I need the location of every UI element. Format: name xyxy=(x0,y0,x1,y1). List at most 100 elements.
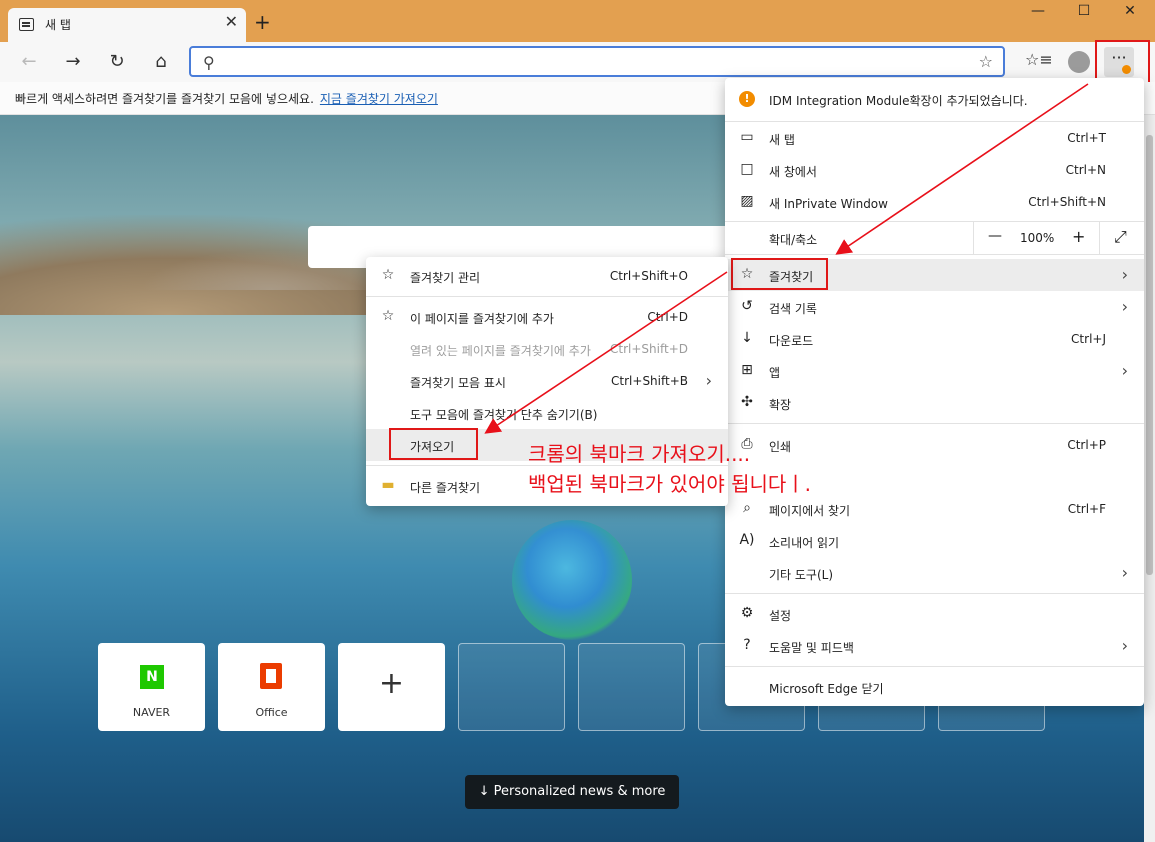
find-icon: ⌕ xyxy=(743,500,751,516)
add-quick-link-button[interactable]: + xyxy=(338,643,445,731)
close-window-button[interactable]: ✕ xyxy=(1110,3,1150,25)
menu-item-extensions[interactable]: ✣ 확장 xyxy=(725,387,1144,419)
forward-button[interactable]: → xyxy=(61,50,85,74)
minimize-button[interactable]: — xyxy=(1018,3,1058,25)
menu-item-label: 열려 있는 페이지를 즐겨찾기에 추가 xyxy=(410,344,591,358)
tab-title: 새 탭 xyxy=(45,18,71,32)
download-icon: ↓ xyxy=(741,330,753,346)
new-tab-icon xyxy=(19,18,34,31)
menu-item-shortcut: Ctrl+N xyxy=(1065,163,1106,177)
window-icon: □ xyxy=(740,161,754,177)
history-icon: ↺ xyxy=(741,298,753,314)
new-tab-button[interactable]: + xyxy=(254,12,271,32)
menu-item-shortcut: Ctrl+Shift+O xyxy=(609,269,688,283)
menu-item-shortcut: Ctrl+D xyxy=(647,310,688,324)
chevron-right-icon: › xyxy=(1121,297,1128,316)
menu-item-shortcut: Ctrl+Shift+D xyxy=(610,342,688,356)
notification-text: IDM Integration Module확장이 추가되었습니다. xyxy=(769,94,1028,108)
menu-item-label: 페이지에서 찾기 xyxy=(769,504,851,518)
apps-icon: ⊞ xyxy=(741,362,753,378)
menu-item-apps[interactable]: ⊞ 앱 › xyxy=(725,355,1144,387)
help-icon: ? xyxy=(743,637,751,653)
annotation-line-2: 백업된 북마크가 있어야 됩니다ㅣ. xyxy=(528,472,812,496)
fav-item-show-bar[interactable]: 즐겨찾기 모음 표시 Ctrl+Shift+B › xyxy=(366,365,728,397)
menu-item-settings[interactable]: ⚙ 설정 xyxy=(725,598,1144,630)
tile-label: Office xyxy=(255,706,288,719)
menu-separator xyxy=(725,593,1144,594)
menu-item-label: 새 창에서 xyxy=(769,165,817,179)
menu-item-label: 다른 즐겨찾기 xyxy=(410,481,481,495)
menu-item-label: 새 탭 xyxy=(769,133,795,147)
menu-item-new-tab[interactable]: ▭ 새 탭 Ctrl+T xyxy=(725,122,1144,154)
chevron-right-icon: › xyxy=(1121,361,1128,380)
menu-item-label: 도구 모음에 즐겨찾기 단추 숨기기(B) xyxy=(410,408,598,422)
home-button[interactable]: ⌂ xyxy=(149,50,173,74)
zoom-in-button[interactable]: + xyxy=(1072,227,1085,246)
menu-item-label: Microsoft Edge 닫기 xyxy=(769,682,884,696)
zoom-label: 확대/축소 xyxy=(769,233,818,247)
menu-item-label: 앱 xyxy=(769,366,781,380)
menu-item-help[interactable]: ? 도움말 및 피드백 › xyxy=(725,630,1144,662)
fullscreen-icon[interactable]: ⤢ xyxy=(1114,227,1127,247)
folder-icon: ▬ xyxy=(381,477,395,493)
quick-link-naver[interactable]: N NAVER xyxy=(98,643,205,731)
menu-separator xyxy=(725,423,1144,424)
tab-new-tab[interactable]: 새 탭 ✕ xyxy=(8,8,246,42)
menu-item-label: 검색 기록 xyxy=(769,302,817,316)
fav-item-hide-button[interactable]: 도구 모음에 즐겨찾기 단추 숨기기(B) xyxy=(366,397,728,429)
extensions-icon: ✣ xyxy=(741,394,753,410)
back-button[interactable]: ← xyxy=(17,50,41,74)
menu-item-more-tools[interactable]: 기타 도구(L) › xyxy=(725,557,1144,589)
menu-item-close-edge[interactable]: Microsoft Edge 닫기 xyxy=(725,671,1144,703)
menu-item-read-aloud[interactable]: A) 소리내어 읽기 xyxy=(725,525,1144,557)
menu-item-label: 설정 xyxy=(769,609,792,623)
highlight-import xyxy=(389,428,478,460)
empty-tile xyxy=(458,643,565,731)
annotation-line-1: 크롬의 북마크 가져오기.... xyxy=(528,442,751,466)
add-favorite-star-icon[interactable]: ☆ xyxy=(979,52,993,71)
menu-separator xyxy=(725,666,1144,667)
plus-icon: + xyxy=(378,666,405,701)
favorites-bar-text: 빠르게 액세스하려면 즐겨찾기를 즐겨찾기 모음에 넣으세요. xyxy=(15,92,314,106)
search-icon: ⚲ xyxy=(203,53,215,72)
menu-item-new-window[interactable]: □ 새 창에서 Ctrl+N xyxy=(725,154,1144,186)
settings-menu: ! IDM Integration Module확장이 추가되었습니다. ▭ 새… xyxy=(725,78,1144,706)
naver-logo-icon: N xyxy=(140,665,164,689)
menu-item-zoom: 확대/축소 — 100% + ⤢ xyxy=(725,222,1144,254)
refresh-button[interactable]: ↻ xyxy=(105,50,129,74)
menu-item-label: 즐겨찾기 관리 xyxy=(410,271,481,285)
quick-link-office[interactable]: Office xyxy=(218,643,325,731)
page-scrollbar[interactable] xyxy=(1144,115,1155,842)
star-icon: ☆ xyxy=(381,308,395,324)
favorites-icon[interactable]: ☆≡ xyxy=(1025,50,1053,69)
menu-item-shortcut: Ctrl+J xyxy=(1071,332,1106,346)
zoom-controls: — 100% + xyxy=(973,222,1099,254)
menu-item-label: 이 페이지를 즐겨찾기에 추가 xyxy=(410,312,554,326)
menu-item-label: 즐겨찾기 모음 표시 xyxy=(410,376,506,390)
highlight-favorites xyxy=(731,258,828,290)
fav-item-manage[interactable]: ☆ 즐겨찾기 관리 Ctrl+Shift+O xyxy=(366,260,728,292)
new-tab-icon: ▭ xyxy=(740,129,754,145)
settings-gear-icon: ⚙ xyxy=(740,605,754,621)
menu-item-label: 새 InPrivate Window xyxy=(769,197,888,211)
menu-item-history[interactable]: ↺ 검색 기록 › xyxy=(725,291,1144,323)
favorites-bar-message: 빠르게 액세스하려면 즐겨찾기를 즐겨찾기 모음에 넣으세요. 지금 즐겨찾기 가… xyxy=(15,90,438,107)
import-favorites-link[interactable]: 지금 즐겨찾기 가져오기 xyxy=(320,92,438,106)
annotation-text: 크롬의 북마크 가져오기.... 백업된 북마크가 있어야 됩니다ㅣ. xyxy=(528,439,811,499)
personalized-news-button[interactable]: ↓ Personalized news & more xyxy=(465,775,679,809)
menu-item-inprivate[interactable]: ▨ 새 InPrivate Window Ctrl+Shift+N xyxy=(725,186,1144,218)
tab-close-icon[interactable]: ✕ xyxy=(225,14,238,30)
menu-item-downloads[interactable]: ↓ 다운로드 Ctrl+J xyxy=(725,323,1144,355)
maximize-button[interactable]: ☐ xyxy=(1064,3,1104,25)
fullscreen-cell: ⤢ xyxy=(1099,222,1144,254)
read-aloud-icon: A) xyxy=(739,532,755,548)
zoom-out-button[interactable]: — xyxy=(988,228,1002,244)
inprivate-icon: ▨ xyxy=(740,193,754,209)
profile-avatar[interactable] xyxy=(1068,51,1090,73)
chevron-right-icon: › xyxy=(1121,265,1128,284)
fav-item-add-page[interactable]: ☆ 이 페이지를 즐겨찾기에 추가 Ctrl+D xyxy=(366,301,728,333)
scrollbar-thumb[interactable] xyxy=(1146,135,1153,575)
address-bar[interactable]: ⚲ ☆ xyxy=(189,46,1005,77)
menu-item-shortcut: Ctrl+T xyxy=(1067,131,1106,145)
menu-separator xyxy=(366,296,728,297)
